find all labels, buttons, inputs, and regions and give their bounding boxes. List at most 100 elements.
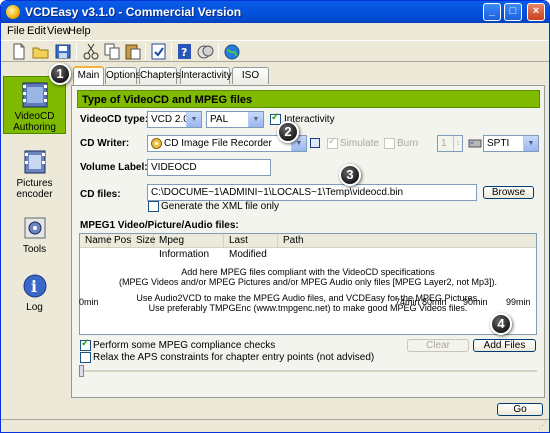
- burn-checkbox[interactable]: [384, 138, 395, 149]
- tick-label-99min: 99min: [506, 297, 531, 307]
- film-strip-icon: [24, 150, 45, 174]
- web-icon[interactable]: [222, 42, 242, 61]
- menu-help[interactable]: Help: [68, 25, 91, 37]
- tab-chapters[interactable]: Chapters: [139, 67, 181, 84]
- cd-writer-label: CD Writer:: [80, 138, 130, 149]
- spin-icon[interactable]: ↕: [453, 136, 462, 151]
- minimize-button[interactable]: _: [483, 3, 501, 21]
- videocd-type-label: VideoCD type:: [80, 114, 149, 125]
- tab-options[interactable]: Options: [105, 67, 140, 84]
- nav-log[interactable]: i Log: [3, 272, 66, 314]
- tick-label-0min: 0min: [79, 297, 99, 307]
- drive-icon: [468, 139, 482, 148]
- speed-select[interactable]: 1 ↕: [437, 135, 463, 152]
- list-hint-line: (MPEG Videos and/or MPEG Pictures and/or…: [119, 277, 497, 287]
- nav-pictures-encoder[interactable]: Pictures encoder: [3, 148, 66, 200]
- column-mpeg-information[interactable]: Mpeg Information: [154, 234, 224, 260]
- volume-label-input[interactable]: VIDEOCD: [147, 159, 271, 176]
- log-icon: i: [23, 274, 46, 298]
- nav-tools[interactable]: Tools: [3, 214, 66, 256]
- simulate-checkbox[interactable]: [327, 136, 338, 149]
- column-name[interactable]: Name: [80, 234, 112, 248]
- browse-button[interactable]: Browse: [483, 186, 534, 199]
- timeline-thumb[interactable]: [79, 365, 84, 377]
- chevron-down-icon[interactable]: ▼: [248, 112, 263, 127]
- burn-label: Burn: [397, 138, 419, 149]
- compliance-checks-checkbox[interactable]: [80, 338, 91, 351]
- copy-icon[interactable]: [102, 42, 122, 61]
- generate-xml-checkbox[interactable]: [148, 201, 159, 212]
- go-button[interactable]: Go: [497, 403, 543, 416]
- column-size[interactable]: Size: [131, 234, 155, 248]
- toolbar-separator: [218, 43, 219, 60]
- cut-icon[interactable]: [81, 42, 101, 61]
- svg-text:?: ?: [181, 46, 187, 59]
- nav-label: Log: [26, 302, 43, 313]
- main-panel: Type of VideoCD and MPEG files VideoCD t…: [71, 85, 545, 398]
- toolbar-separator: [171, 43, 172, 60]
- tab-main[interactable]: Main: [73, 66, 104, 85]
- list-header: Name Pos Size Mpeg Information Last Modi…: [80, 234, 536, 260]
- menu-file[interactable]: File: [7, 25, 25, 37]
- open-folder-icon[interactable]: [31, 42, 51, 61]
- videocd-type-value: VCD 2.0: [151, 114, 189, 125]
- title-bar[interactable]: VCDEasy v3.1.0 - Commercial Version _ □ …: [1, 1, 549, 23]
- toolbar: ?: [1, 40, 549, 62]
- interface-value: SPTI: [487, 138, 510, 149]
- cd-writer-value: CD Image File Recorder: [164, 138, 272, 149]
- relax-aps-label: Relax the APS constraints for chapter en…: [93, 352, 375, 363]
- chevron-down-icon[interactable]: ▼: [523, 136, 538, 151]
- cd-icon: [151, 138, 162, 149]
- relax-aps-checkbox[interactable]: [80, 352, 91, 363]
- tick-label-80min: 80min: [422, 297, 447, 307]
- application-window: VCDEasy v3.1.0 - Commercial Version _ □ …: [0, 0, 550, 433]
- cd-files-input[interactable]: C:\DOCUME~1\ADMINI~1\LOCALS~1\Temp\video…: [147, 184, 477, 201]
- menu-edit[interactable]: Edit: [27, 25, 46, 37]
- help-icon[interactable]: ?: [175, 42, 195, 61]
- timeline-track: [81, 370, 537, 372]
- toolbar-separator: [76, 43, 77, 60]
- cd-files-label: CD files:: [80, 189, 121, 200]
- tools-icon: [24, 217, 45, 239]
- clear-button[interactable]: Clear: [407, 339, 469, 352]
- column-pos[interactable]: Pos: [109, 234, 131, 248]
- new-file-icon[interactable]: [9, 42, 29, 61]
- list-hint-line: Add here MPEG files compliant with the V…: [181, 267, 435, 277]
- speed-value: 1: [441, 138, 447, 149]
- mpeg-files-list[interactable]: Name Pos Size Mpeg Information Last Modi…: [79, 233, 537, 335]
- videocd-type-select[interactable]: VCD 2.0 ▼: [147, 111, 202, 128]
- nav-label: Tools: [22, 244, 47, 255]
- status-bar: ⋰: [1, 419, 549, 432]
- add-files-button[interactable]: Add Files: [473, 339, 536, 352]
- nav-label: VideoCD Authoring: [13, 111, 56, 133]
- maximize-button[interactable]: □: [504, 3, 522, 21]
- callout-1: 1: [49, 63, 71, 85]
- tab-iso-files[interactable]: ISO Files: [232, 67, 269, 96]
- tab-interactivity[interactable]: Interactivity: [180, 67, 232, 84]
- video-standard-value: PAL: [210, 114, 229, 125]
- svg-text:i: i: [31, 277, 37, 296]
- disc-capacity-timeline[interactable]: [79, 365, 539, 379]
- simulate-label: Simulate: [340, 138, 379, 149]
- callout-2: 2: [277, 121, 299, 143]
- writer-properties-icon[interactable]: [310, 138, 320, 148]
- check-icon[interactable]: [149, 42, 169, 61]
- about-icon[interactable]: [196, 42, 216, 61]
- column-last-modified[interactable]: Last Modified: [224, 234, 278, 260]
- mpeg-files-label: MPEG1 Video/Picture/Audio files:: [80, 220, 239, 231]
- tick-label-90min: 90min: [463, 297, 488, 307]
- callout-4: 4: [490, 313, 512, 335]
- save-icon[interactable]: [53, 42, 73, 61]
- chevron-down-icon[interactable]: ▼: [186, 112, 201, 127]
- video-standard-select[interactable]: PAL ▼: [206, 111, 264, 128]
- callout-3: 3: [339, 164, 361, 186]
- interface-select[interactable]: SPTI ▼: [483, 135, 539, 152]
- app-icon: [6, 5, 20, 19]
- menu-bar: File Edit View Help: [1, 23, 549, 40]
- column-path[interactable]: Path: [278, 234, 338, 248]
- resize-grip-icon[interactable]: ⋰: [538, 420, 547, 431]
- close-button[interactable]: ×: [527, 3, 545, 21]
- paste-icon[interactable]: [123, 42, 143, 61]
- window-title: VCDEasy v3.1.0 - Commercial Version: [25, 5, 242, 19]
- toolbar-separator: [145, 43, 146, 60]
